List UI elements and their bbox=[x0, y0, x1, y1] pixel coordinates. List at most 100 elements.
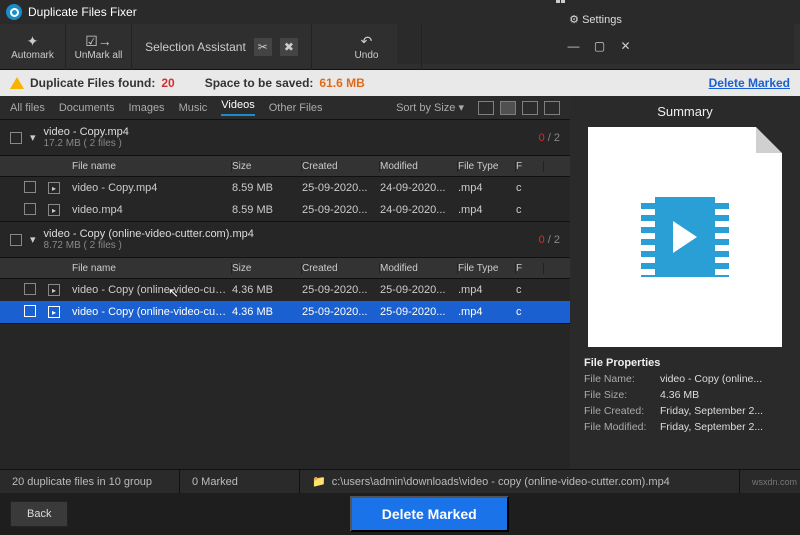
status-path-text: c:\users\admin\downloads\video - copy (o… bbox=[332, 476, 670, 488]
col-modified[interactable]: Modified bbox=[380, 263, 458, 274]
row-checkbox[interactable] bbox=[24, 203, 36, 215]
action-center-link[interactable]: Action Center bbox=[556, 0, 634, 3]
automark-button[interactable]: ✦ Automark bbox=[0, 24, 66, 70]
unmark-label: UnMark all bbox=[75, 50, 123, 61]
play-triangle-icon bbox=[673, 221, 697, 253]
chevron-down-icon: ▾ bbox=[458, 102, 464, 114]
selection-label: Selection Assistant bbox=[145, 40, 246, 54]
col-modified[interactable]: Modified bbox=[380, 161, 458, 172]
cell-modified: 24-09-2020... bbox=[380, 204, 458, 216]
col-size[interactable]: Size bbox=[232, 263, 302, 274]
automark-label: Automark bbox=[11, 50, 54, 61]
unmark-all-button[interactable]: ☑→ UnMark all bbox=[66, 24, 132, 70]
cell-size: 8.59 MB bbox=[232, 204, 302, 216]
prop-key: File Modified: bbox=[584, 419, 660, 435]
minimize-button[interactable]: ― bbox=[561, 36, 587, 56]
cell-created: 25-09-2020... bbox=[302, 204, 380, 216]
cell-type: .mp4 bbox=[458, 182, 516, 194]
undo-button[interactable]: ↶ Undo bbox=[312, 24, 422, 70]
group: ▾ video - Copy (online-video-cutter.com)… bbox=[0, 222, 570, 324]
found-label: Duplicate Files found: bbox=[30, 76, 155, 90]
cell-type: .mp4 bbox=[458, 284, 516, 296]
tab-videos[interactable]: Videos bbox=[221, 99, 254, 116]
tab-images[interactable]: Images bbox=[128, 102, 164, 114]
col-size[interactable]: Size bbox=[232, 161, 302, 172]
prop-row: File Created:Friday, September 2... bbox=[584, 403, 786, 419]
view-list-icon[interactable] bbox=[478, 101, 494, 115]
summary-panel: Summary File Properties File Name:video … bbox=[570, 96, 800, 469]
gear-icon bbox=[569, 14, 579, 26]
col-created[interactable]: Created bbox=[302, 161, 380, 172]
warning-icon bbox=[10, 77, 24, 89]
col-created[interactable]: Created bbox=[302, 263, 380, 274]
group-count: 0 / 2 bbox=[539, 132, 560, 144]
delete-marked-link[interactable]: Delete Marked bbox=[709, 76, 790, 90]
tab-music[interactable]: Music bbox=[179, 102, 208, 114]
group-checkbox[interactable] bbox=[10, 234, 22, 246]
group-title: video - Copy.mp4 bbox=[44, 126, 129, 138]
cell-type: .mp4 bbox=[458, 306, 516, 318]
tab-documents[interactable]: Documents bbox=[59, 102, 115, 114]
back-button[interactable]: Back bbox=[10, 501, 68, 527]
notice-bar: Duplicate Files found: 20 Space to be sa… bbox=[0, 70, 800, 96]
play-icon[interactable]: ▸ bbox=[48, 182, 60, 194]
prop-row: File Name:video - Copy (online... bbox=[584, 371, 786, 387]
table-row[interactable]: ▸ video - Copy.mp4 8.59 MB 25-09-2020...… bbox=[0, 177, 570, 199]
row-checkbox[interactable] bbox=[24, 181, 36, 193]
cell-modified: 24-09-2020... bbox=[380, 182, 458, 194]
group-header[interactable]: ▾ video - Copy (online-video-cutter.com)… bbox=[0, 222, 570, 257]
collapse-icon[interactable]: ▾ bbox=[30, 131, 36, 144]
status-dupes: 20 duplicate files in 10 group bbox=[0, 470, 180, 493]
settings-link[interactable]: Settings bbox=[569, 13, 622, 26]
view-detail-icon[interactable] bbox=[500, 101, 516, 115]
view-grid-icon[interactable] bbox=[522, 101, 538, 115]
close-button[interactable]: ✕ bbox=[613, 36, 639, 56]
col-f[interactable]: F bbox=[516, 263, 544, 274]
folder-icon: 📁 bbox=[312, 475, 326, 488]
table-row[interactable]: ▸ video.mp4 8.59 MB 25-09-2020... 24-09-… bbox=[0, 199, 570, 221]
collapse-icon[interactable]: ▾ bbox=[30, 233, 36, 246]
cell-type: .mp4 bbox=[458, 204, 516, 216]
col-filename[interactable]: File name bbox=[72, 263, 232, 274]
cell-f: c bbox=[516, 204, 544, 216]
tab-all[interactable]: All files bbox=[10, 102, 45, 114]
row-checkbox[interactable] bbox=[24, 283, 36, 295]
play-icon[interactable]: ▸ bbox=[48, 284, 60, 296]
play-icon[interactable]: ▸ bbox=[48, 306, 60, 318]
selection-assistant-button[interactable]: Selection Assistant ✂ ✖ bbox=[132, 24, 312, 70]
group-header[interactable]: ▾ video - Copy.mp4 17.2 MB ( 2 files ) 0… bbox=[0, 120, 570, 155]
row-checkbox[interactable] bbox=[24, 305, 36, 317]
sort-dropdown[interactable]: Sort by Size ▾ bbox=[396, 101, 464, 114]
col-filetype[interactable]: File Type bbox=[458, 263, 516, 274]
col-filetype[interactable]: File Type bbox=[458, 161, 516, 172]
unmark-icon: ☑→ bbox=[85, 33, 112, 50]
prop-key: File Name: bbox=[584, 371, 660, 387]
page-fold-icon bbox=[756, 127, 782, 153]
table-row[interactable]: ▸ video - Copy (online-video-cutter.... … bbox=[0, 301, 570, 323]
prop-value: video - Copy (online... bbox=[660, 371, 786, 387]
app-logo-icon bbox=[6, 4, 22, 20]
cell-f: c bbox=[516, 284, 544, 296]
group-checkbox[interactable] bbox=[10, 132, 22, 144]
col-filename[interactable]: File name bbox=[72, 161, 232, 172]
cell-name: video - Copy (online-video-cutter.... bbox=[72, 284, 232, 296]
table-header: File name Size Created Modified File Typ… bbox=[0, 155, 570, 177]
group: ▾ video - Copy.mp4 17.2 MB ( 2 files ) 0… bbox=[0, 120, 570, 222]
summary-title: Summary bbox=[584, 104, 786, 119]
delete-marked-button[interactable]: Delete Marked bbox=[350, 496, 509, 532]
watermark: wsxdn.com bbox=[740, 470, 800, 493]
maximize-button[interactable]: ▢ bbox=[587, 36, 613, 56]
view-expand-icon[interactable] bbox=[544, 101, 560, 115]
space-label: Space to be saved: bbox=[205, 76, 314, 90]
results-panel: All files Documents Images Music Videos … bbox=[0, 96, 570, 469]
app-title: Duplicate Files Fixer bbox=[28, 5, 397, 19]
main-area: All files Documents Images Music Videos … bbox=[0, 96, 800, 469]
found-count: 20 bbox=[161, 76, 174, 90]
col-f[interactable]: F bbox=[516, 161, 544, 172]
tab-other[interactable]: Other Files bbox=[269, 102, 323, 114]
table-row[interactable]: ▸ video - Copy (online-video-cutter.... … bbox=[0, 279, 570, 301]
play-icon[interactable]: ▸ bbox=[48, 204, 60, 216]
table-header: File name Size Created Modified File Typ… bbox=[0, 257, 570, 279]
footer: Back Delete Marked bbox=[0, 493, 800, 535]
cell-name: video - Copy (online-video-cutter.... bbox=[72, 306, 232, 318]
